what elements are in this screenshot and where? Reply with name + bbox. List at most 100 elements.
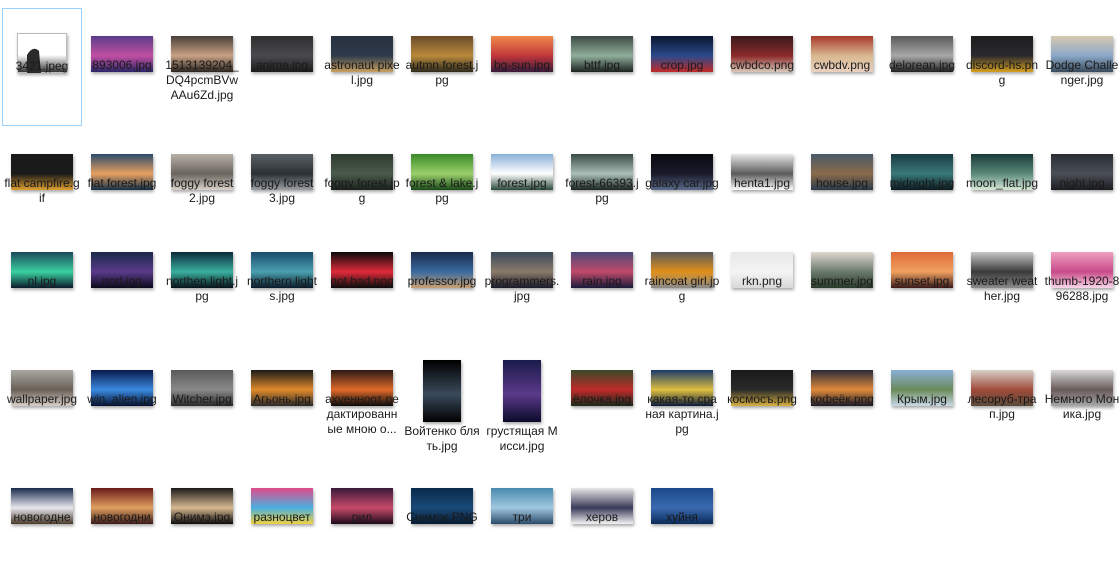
- file-name-label: anime.jpg: [255, 58, 309, 72]
- file-name-label: foggy forest 3.jpg: [250, 176, 314, 205]
- file-name-label: moon_flat.jpg: [965, 176, 1039, 190]
- file-item[interactable]: norl.jpg: [82, 224, 162, 342]
- file-item[interactable]: Немного Моника.jpg: [1042, 342, 1120, 460]
- file-item[interactable]: programmers.jpg: [482, 224, 562, 342]
- file-item[interactable]: cwbdv.png: [802, 8, 882, 126]
- file-name-label: bg-sun.jpg: [493, 58, 551, 72]
- file-item[interactable]: херов: [562, 460, 642, 578]
- file-item[interactable]: кофеёк.png: [802, 342, 882, 460]
- file-name-label: galaxy car.jpg: [645, 176, 719, 190]
- file-name-label: flat forest.jpg: [87, 176, 157, 190]
- file-name-label: norl.jpg: [102, 274, 142, 288]
- file-name-label: Онимэ.jpg: [173, 510, 231, 524]
- file-item[interactable]: rkn.png: [722, 224, 802, 342]
- file-name-label: 1513139204_DQ4pcmBVwAAu6Zd.jpg: [165, 58, 239, 102]
- file-name-label: rain.jpg: [582, 274, 622, 288]
- file-item[interactable]: win_alien.jpg: [82, 342, 162, 460]
- file-item[interactable]: bttf.jpg: [562, 8, 642, 126]
- file-item[interactable]: northern lights.jpg: [242, 224, 322, 342]
- file-item[interactable]: 893006.jpg: [82, 8, 162, 126]
- thumbnail-fill: [423, 360, 461, 422]
- file-item[interactable]: космосъ.png: [722, 342, 802, 460]
- file-name-label: nl.jpg: [27, 274, 57, 288]
- file-item[interactable]: рил: [322, 460, 402, 578]
- thumbnail-fill: [503, 360, 541, 422]
- file-item[interactable]: sweater weather.jpg: [962, 224, 1042, 342]
- file-item[interactable]: Снимок.PNG: [402, 460, 482, 578]
- file-item[interactable]: Крым.jpg: [882, 342, 962, 460]
- file-name-label: house.jpg: [815, 176, 869, 190]
- file-name-label: forest-66393.jpg: [565, 176, 639, 205]
- file-item[interactable]: Войтенко блять.jpg: [402, 342, 482, 460]
- file-item[interactable]: autmn forest.jpg: [402, 8, 482, 126]
- file-name-label: autmn forest.jpg: [405, 58, 479, 87]
- file-item[interactable]: разноцвет: [242, 460, 322, 578]
- file-item[interactable]: professor.jpg: [402, 224, 482, 342]
- file-item[interactable]: хуйня: [642, 460, 722, 578]
- file-name-label: херов: [585, 510, 619, 524]
- file-item[interactable]: Агьонь.jpg: [242, 342, 322, 460]
- file-item[interactable]: грустящая Мисси.jpg: [482, 342, 562, 460]
- file-name-label: разноцвет: [253, 510, 311, 524]
- file-item[interactable]: 1513139204_DQ4pcmBVwAAu6Zd.jpg: [162, 8, 242, 126]
- file-name-label: Войтенко блять.jpg: [404, 424, 480, 453]
- file-item[interactable]: discord-hs.png: [962, 8, 1042, 126]
- file-name-label: astronaut pixel.jpg: [324, 58, 400, 87]
- file-item[interactable]: лесоруб-трап.jpg: [962, 342, 1042, 460]
- file-item[interactable]: not bad.png: [322, 224, 402, 342]
- file-name-label: summer.jpg: [810, 274, 874, 288]
- file-name-label: рил: [351, 510, 373, 524]
- file-name-label: henta1.jpg: [733, 176, 791, 190]
- file-item[interactable]: thumb-1920-896288.jpg: [1042, 224, 1120, 342]
- file-name-label: not bad.png: [330, 274, 394, 288]
- file-item[interactable]: wallpaper.jpg: [2, 342, 82, 460]
- file-item[interactable]: новогодни: [82, 460, 162, 578]
- file-item[interactable]: Онимэ.jpg: [162, 460, 242, 578]
- file-item[interactable]: delorean.jpg: [882, 8, 962, 126]
- file-name-label: лесоруб-трап.jpg: [967, 392, 1037, 421]
- file-item[interactable]: crop.jpg: [642, 8, 722, 126]
- file-name-label: thumb-1920-896288.jpg: [1044, 274, 1120, 303]
- file-item[interactable]: какая-то сраная картина.jpg: [642, 342, 722, 460]
- file-name-label: forest & lake.jpg: [405, 176, 479, 205]
- file-name-label: midnight.jpg: [889, 176, 955, 190]
- file-item[interactable]: astronaut pixel.jpg: [322, 8, 402, 126]
- file-item[interactable]: summer.jpg: [802, 224, 882, 342]
- file-name-label: delorean.jpg: [888, 58, 956, 72]
- file-item[interactable]: sunset.jpg: [882, 224, 962, 342]
- file-name-label: космосъ.png: [727, 392, 797, 406]
- file-item[interactable]: Witcher.jpg: [162, 342, 242, 460]
- file-name-label: Dodge Challenger.jpg: [1045, 58, 1119, 87]
- file-item[interactable]: новогодне: [2, 460, 82, 578]
- file-name-label: какая-то сраная картина.jpg: [645, 392, 719, 436]
- file-name-label: programmers.jpg: [484, 274, 560, 303]
- file-item[interactable]: anime.jpg: [242, 8, 322, 126]
- file-name-label: flat campfire.gif: [4, 176, 80, 205]
- file-item[interactable]: ёлочка.jpg: [562, 342, 642, 460]
- file-name-label: ёлочка.jpg: [572, 392, 631, 406]
- file-name-label: ахуенноот редактированные мною о...: [325, 392, 399, 436]
- file-thumbnail: [503, 360, 541, 422]
- file-name-label: raincoat girl.jpg: [644, 274, 720, 303]
- file-item[interactable]: rain.jpg: [562, 224, 642, 342]
- file-name-label: хуйня: [666, 510, 698, 524]
- file-item[interactable]: cwbdco.png: [722, 8, 802, 126]
- file-grid: 3421.jpeg 893006.jpg 1513139204_DQ4pcmBVwA…: [0, 0, 1120, 534]
- file-item[interactable]: bg-sun.jpg: [482, 8, 562, 126]
- file-item[interactable]: northen light.jpg: [162, 224, 242, 342]
- file-item[interactable]: raincoat girl.jpg: [642, 224, 722, 342]
- file-item[interactable]: три: [482, 460, 562, 578]
- file-name-label: foggy forest.jpg: [324, 176, 400, 205]
- file-thumbnail: [423, 360, 461, 422]
- file-item[interactable]: 3421.jpeg: [2, 8, 82, 126]
- file-item[interactable]: Dodge Challenger.jpg: [1042, 8, 1120, 126]
- file-name-label: wallpaper.jpg: [6, 392, 78, 406]
- file-thumbnail-wrap: [402, 358, 482, 422]
- file-name-label: northen light.jpg: [165, 274, 239, 303]
- file-name-label: forest.jpg: [497, 176, 547, 190]
- file-name-label: foggy forest 2.jpg: [170, 176, 234, 205]
- file-item[interactable]: nl.jpg: [2, 224, 82, 342]
- file-name-label: Снимок.PNG: [406, 510, 478, 524]
- file-item[interactable]: ахуенноот редактированные мною о...: [322, 342, 402, 460]
- file-name-label: win_alien.jpg: [87, 392, 157, 406]
